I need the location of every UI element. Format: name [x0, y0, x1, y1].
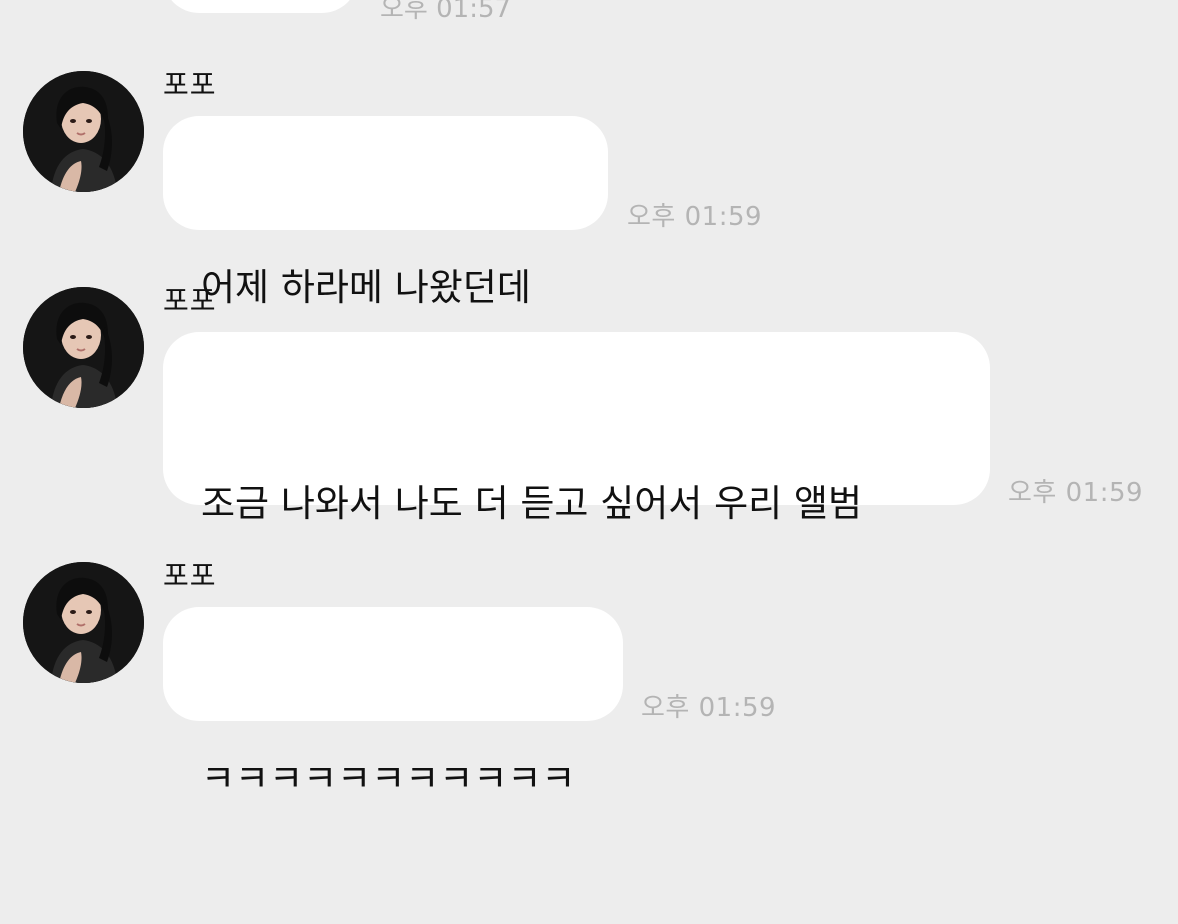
message-text: 어제 하라메 나왔던데: [201, 266, 531, 309]
message-time-previous: 오후 01:57: [380, 0, 512, 24]
message-bubble-previous[interactable]: [163, 0, 358, 13]
avatar[interactable]: [23, 287, 144, 408]
message-text: ㅋㅋㅋㅋㅋㅋㅋㅋㅋㅋㅋ: [201, 757, 576, 800]
profile-photo-icon: [23, 287, 144, 408]
message-text-line-1: 조금 나와서 나도 더 듣고 싶어서 우리 앨범: [201, 482, 863, 525]
message-bubble[interactable]: 어제 하라메 나왔던데: [163, 116, 608, 309]
message-bubble[interactable]: ㅋㅋㅋㅋㅋㅋㅋㅋㅋㅋㅋ: [163, 607, 623, 800]
message-time: 오후 01:59: [1008, 478, 1144, 508]
sender-name: 포포: [163, 559, 217, 592]
profile-photo-icon: [23, 71, 144, 192]
profile-photo-icon: [23, 562, 144, 683]
sender-name: 포포: [163, 284, 217, 317]
message-time: 오후 01:59: [627, 202, 763, 232]
chat-view: 오후 01:57 포포 어제 하라메 나왔던데 오후 01:59 포포 조금 나…: [0, 0, 1178, 800]
message-time: 오후 01:59: [641, 693, 777, 723]
sender-name: 포포: [163, 68, 217, 101]
message-bubble[interactable]: 조금 나와서 나도 더 듣고 싶어서 우리 앨범 모니터 파일 찾아들었어: [163, 332, 990, 699]
avatar[interactable]: [23, 562, 144, 683]
avatar[interactable]: [23, 71, 144, 192]
